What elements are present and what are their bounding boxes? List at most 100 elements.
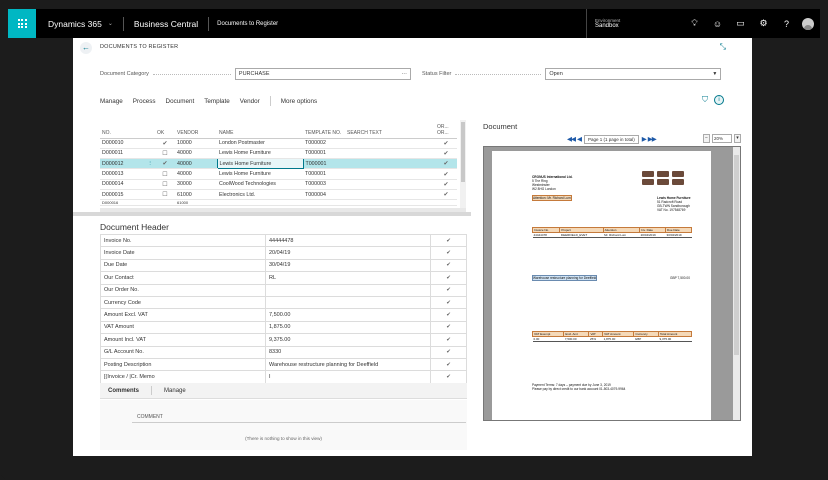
header-check[interactable]: ✔ — [430, 246, 467, 260]
header-value[interactable]: 8330 — [265, 345, 431, 359]
environment-indicator[interactable]: Environment Sandbox — [586, 9, 620, 38]
tab-comments[interactable]: Comments — [108, 388, 139, 394]
header-value[interactable]: RL — [265, 271, 431, 285]
cell-or[interactable]: ✔ — [435, 158, 457, 170]
header-check[interactable]: ✔ — [430, 345, 467, 359]
help-icon[interactable]: ? — [775, 19, 798, 29]
header-row[interactable]: VAT Amount 1,875.00 ✔ — [100, 320, 467, 335]
product-switcher[interactable]: Dynamics 365 ⌄ — [36, 19, 123, 29]
next-page-icon[interactable]: ▶ — [642, 135, 647, 143]
cell-no[interactable]: D000015 — [100, 189, 145, 201]
cell-no[interactable]: D000012 — [100, 158, 145, 170]
status-filter-select[interactable]: Open ▼ — [545, 68, 722, 80]
lookup-button[interactable]: ··· — [401, 69, 407, 79]
header-check[interactable]: ✔ — [430, 320, 467, 335]
header-value[interactable] — [265, 295, 431, 310]
table-row[interactable]: D000016 61000 — [100, 199, 457, 207]
header-value[interactable]: 44444478 — [265, 233, 431, 248]
cell-or[interactable]: ✔ — [435, 138, 457, 149]
cell-no[interactable]: D000010 — [100, 138, 145, 149]
header-row[interactable]: Amount Excl. VAT 7,500.00 ✔ — [100, 308, 467, 322]
col-or[interactable]: OR... OR... — [435, 118, 457, 139]
header-check[interactable]: ✔ — [430, 258, 467, 273]
cell-ok[interactable]: ☐ — [155, 189, 175, 201]
lightbulb-icon[interactable]: 💡︎ — [683, 18, 706, 29]
col-no[interactable]: NO. — [100, 118, 145, 139]
col-ok[interactable]: OK — [155, 118, 175, 139]
smiley-icon[interactable]: ☺ — [706, 19, 729, 29]
header-value[interactable]: 1,875.00 — [265, 320, 431, 335]
header-value[interactable]: 30/04/19 — [265, 258, 431, 273]
col-name[interactable]: NAME — [217, 118, 303, 139]
tab-manage[interactable]: Manage — [164, 388, 186, 394]
table-row[interactable]: D000014 ☐ 30000 CoolWood Technologies T0… — [100, 179, 457, 190]
header-check[interactable]: ✔ — [430, 308, 467, 322]
col-vendor[interactable]: VENDOR — [175, 118, 217, 139]
app-launcher-button[interactable] — [8, 9, 36, 38]
header-check[interactable]: ✔ — [430, 283, 467, 297]
splitter-handle[interactable] — [73, 212, 471, 216]
header-value[interactable]: 20/04/19 — [265, 246, 431, 260]
header-value[interactable]: 7,500.00 — [265, 308, 431, 322]
cell-ok[interactable]: ✔ — [155, 138, 175, 149]
cell-ok[interactable]: ✔ — [155, 158, 175, 170]
header-row[interactable]: Our Contact RL ✔ — [100, 271, 467, 285]
back-button[interactable]: ← — [80, 42, 92, 54]
col-search-text[interactable]: SEARCH TEXT — [345, 118, 435, 139]
header-check[interactable]: ✔ — [430, 271, 467, 285]
pdf-viewer[interactable]: CRONUS International Ltd. 5 The Ring Wes… — [483, 146, 741, 421]
header-row[interactable]: Invoice No. 44444478 ✔ — [100, 233, 467, 248]
header-row[interactable]: Amount Incl. VAT 9,375.00 ✔ — [100, 333, 467, 347]
row-menu-icon[interactable]: ⋮ — [145, 158, 155, 170]
action-vendor[interactable]: Vendor — [240, 98, 260, 105]
avatar[interactable] — [802, 17, 814, 30]
header-check[interactable]: ✔ — [430, 370, 467, 384]
action-more-options[interactable]: More options — [281, 98, 317, 105]
cell-or[interactable]: ✔ — [435, 148, 457, 160]
cell-ok[interactable]: ☐ — [155, 179, 175, 190]
header-row[interactable]: Currency Code ✔ — [100, 295, 467, 310]
table-row[interactable]: D000011 ☐ 40000 Lewis Home Furniture T00… — [100, 148, 457, 160]
header-value[interactable]: I — [265, 370, 431, 384]
scroll-thumb[interactable] — [734, 155, 739, 355]
col-template[interactable]: TEMPLATE NO. — [303, 118, 345, 139]
header-value[interactable]: Warehouse restructure planning for Deeff… — [265, 357, 431, 372]
zoom-dropdown-icon[interactable]: ▾ — [734, 134, 741, 143]
last-page-icon[interactable]: ▶▶ — [648, 135, 657, 143]
collapse-icon[interactable]: ⤡ — [720, 42, 726, 52]
cell-ok[interactable]: ☐ — [155, 168, 175, 180]
table-row[interactable]: D000010 ✔ 10000 London Postmaster T00000… — [100, 138, 457, 149]
zoom-out-button[interactable]: − — [703, 134, 710, 143]
app-name[interactable]: Business Central — [124, 19, 208, 29]
action-process[interactable]: Process — [133, 98, 156, 105]
table-row[interactable]: D000013 ☐ 40000 Lewis Home Furniture T00… — [100, 168, 457, 180]
cell-or[interactable]: ✔ — [435, 189, 457, 201]
header-row[interactable]: Our Order No. ✔ — [100, 283, 467, 297]
cell-ok[interactable]: ☐ — [155, 148, 175, 160]
header-row[interactable]: Due Date 30/04/19 ✔ — [100, 258, 467, 273]
gear-icon[interactable]: ⚙ — [752, 18, 775, 29]
header-check[interactable]: ✔ — [430, 295, 467, 310]
action-manage[interactable]: Manage — [100, 98, 123, 105]
cell-no[interactable]: D000014 — [100, 179, 145, 190]
header-row[interactable]: Posting Description Warehouse restructure… — [100, 357, 467, 372]
header-check[interactable]: ✔ — [430, 357, 467, 372]
header-row[interactable]: G/L Account No. 8330 ✔ — [100, 345, 467, 359]
header-row[interactable]: Invoice Date 20/04/19 ✔ — [100, 246, 467, 260]
action-document[interactable]: Document — [166, 98, 195, 105]
table-row[interactable]: D000015 ☐ 61000 Electronics Ltd. T000004… — [100, 189, 457, 201]
header-value[interactable]: 9,375.00 — [265, 333, 431, 347]
cell-no[interactable]: D000013 — [100, 168, 145, 180]
cell-no[interactable]: D000016 — [100, 199, 145, 207]
filter-icon[interactable]: ⛉ — [702, 95, 708, 105]
header-value[interactable] — [265, 283, 431, 297]
cell-no[interactable]: D000011 — [100, 148, 145, 160]
list-scrollbar[interactable] — [460, 120, 466, 212]
header-check[interactable]: ✔ — [430, 333, 467, 347]
zoom-select[interactable]: 20% — [712, 134, 732, 143]
cell-or[interactable]: ✔ — [435, 179, 457, 190]
cell-or[interactable]: ✔ — [435, 168, 457, 180]
viewer-scrollbar[interactable] — [733, 147, 740, 420]
header-check[interactable]: ✔ — [430, 233, 467, 248]
action-template[interactable]: Template — [204, 98, 230, 105]
